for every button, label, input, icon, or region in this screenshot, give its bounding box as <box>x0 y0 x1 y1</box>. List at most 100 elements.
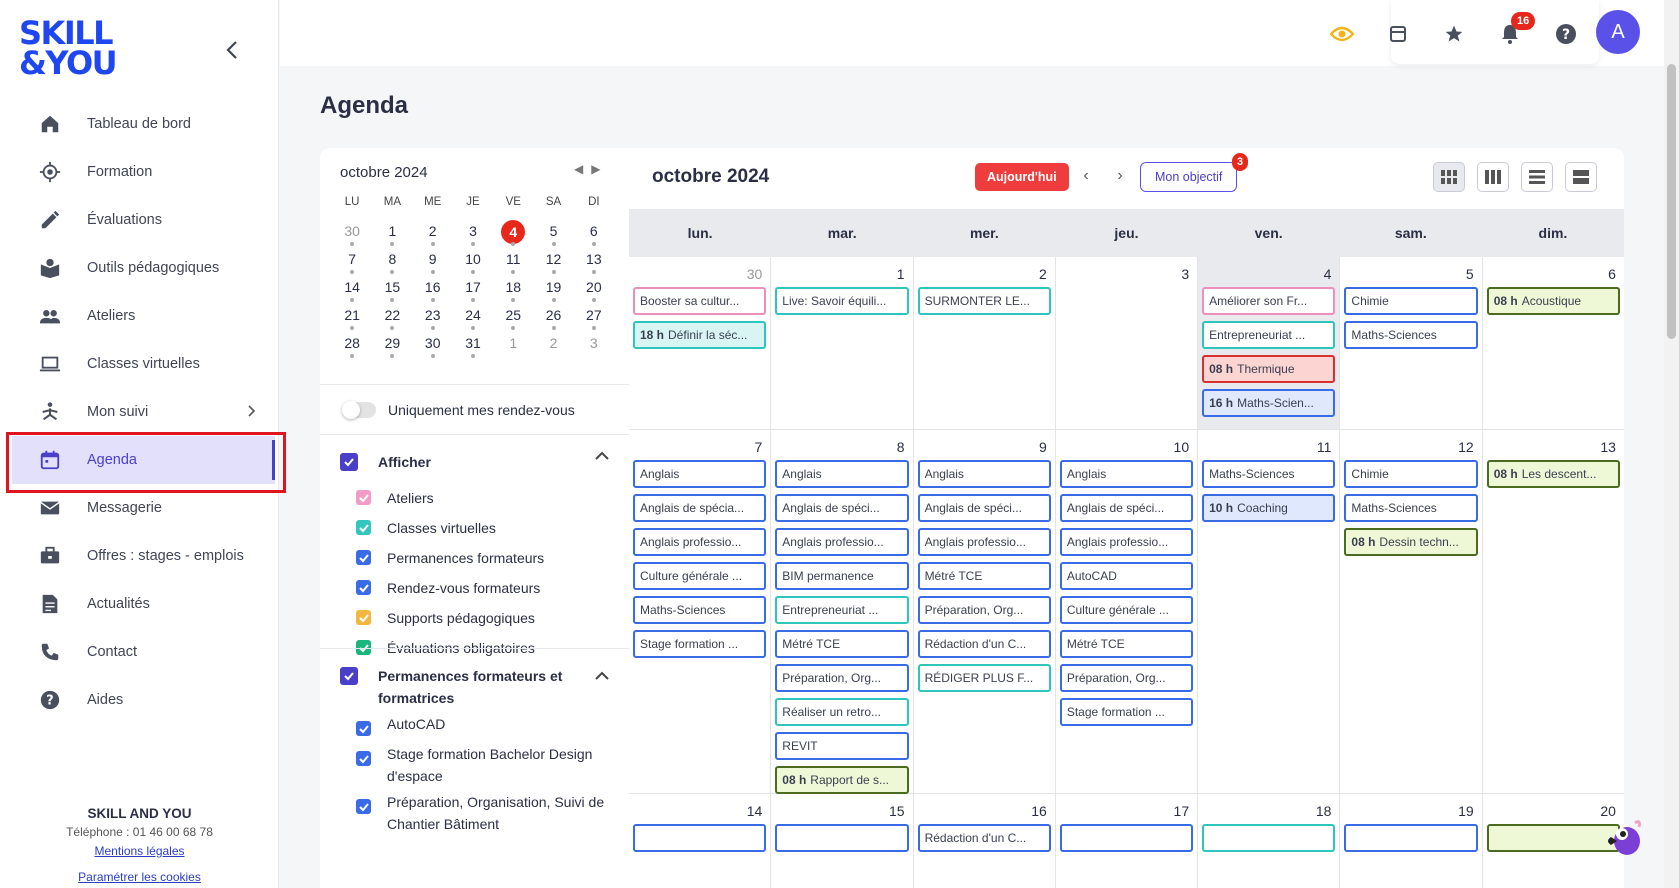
sidebar-item-book[interactable]: Outils pédagogiques <box>0 244 279 292</box>
calendar-event[interactable]: Métré TCE <box>775 630 909 658</box>
mini-day[interactable]: 2 <box>413 220 453 248</box>
calendar-event[interactable]: Métré TCE <box>917 562 1051 590</box>
permanences-checkbox[interactable] <box>340 667 358 685</box>
mini-day[interactable]: 16 <box>413 276 453 304</box>
calendar-event[interactable]: REVIT <box>775 732 909 760</box>
parrot-mascot-icon[interactable] <box>1605 817 1645 857</box>
next-month-icon[interactable]: › <box>1110 165 1130 187</box>
calendar-day-cell[interactable]: 17 <box>1056 794 1199 888</box>
mini-day[interactable]: 9 <box>413 248 453 276</box>
calendar-event[interactable] <box>1059 824 1194 852</box>
mini-day[interactable]: 13 <box>574 248 614 276</box>
calendar-event[interactable]: 08 h Rapport de s... <box>775 766 909 794</box>
calendar-event[interactable]: Maths-Sciences <box>1344 321 1478 349</box>
calendar-day-cell[interactable]: 14 <box>629 794 772 888</box>
calendar-event[interactable]: Stage formation ... <box>633 630 767 658</box>
calendar-event[interactable]: Culture générale ... <box>633 562 767 590</box>
calendar-event[interactable] <box>633 824 767 852</box>
calendar-day-cell[interactable]: 16 Rédaction d'un C... <box>914 794 1056 888</box>
month-view-icon[interactable] <box>1433 162 1465 192</box>
calendar-event[interactable]: Anglais professio... <box>917 528 1051 556</box>
mini-day[interactable]: 10 <box>453 248 493 276</box>
filter-checkbox[interactable] <box>356 751 371 766</box>
sidebar-item-mail[interactable]: Messagerie <box>0 484 279 532</box>
calendar-event[interactable] <box>1486 824 1620 852</box>
mini-day[interactable]: 15 <box>372 276 412 304</box>
calendar-event[interactable]: Anglais <box>917 460 1051 488</box>
filter-item[interactable]: Rendez-vous formateurs <box>320 577 629 607</box>
calendar-day-cell[interactable]: 13 08 h Les descent... <box>1483 430 1624 793</box>
mini-day[interactable]: 14 <box>332 276 372 304</box>
mini-day[interactable]: 21 <box>332 304 372 332</box>
collapse-sidebar-button[interactable] <box>220 36 244 64</box>
calendar-event[interactable]: Anglais <box>633 460 767 488</box>
filter-checkbox[interactable] <box>356 550 371 565</box>
sidebar-item-group[interactable]: Ateliers <box>0 292 279 340</box>
calendar-event[interactable]: Anglais professio... <box>1059 528 1194 556</box>
eye-icon[interactable] <box>1328 20 1356 48</box>
calendar-day-cell[interactable]: 4 Améliorer son Fr... Entrepreneuriat ... 0… <box>1198 257 1341 429</box>
filter-item[interactable]: Classes virtuelles <box>320 517 629 547</box>
calendar-day-cell[interactable]: 6 08 h Acoustique <box>1483 257 1624 429</box>
mini-day[interactable]: 11 <box>493 248 533 276</box>
mini-today[interactable]: 4 <box>501 220 526 244</box>
sidebar-item-help[interactable]: ? Aides <box>0 676 279 724</box>
avatar[interactable]: A <box>1596 10 1640 54</box>
calendar-event[interactable] <box>1344 824 1478 852</box>
cookies-link[interactable]: Paramétrer les cookies <box>0 870 279 884</box>
calendar-event[interactable]: Live: Savoir équili... <box>775 287 909 315</box>
mini-day[interactable]: 17 <box>453 276 493 304</box>
mini-day[interactable]: 3 <box>574 332 614 360</box>
objective-button[interactable]: Mon objectif <box>1140 162 1238 192</box>
filter-item[interactable]: Ateliers <box>320 487 629 517</box>
calendar-day-cell[interactable]: 8 Anglais Anglais de spéci... Anglais profe… <box>771 430 914 794</box>
sidebar-item-phone[interactable]: Contact <box>0 628 279 676</box>
calendar-event[interactable]: Anglais de spéci... <box>1059 494 1194 522</box>
permanence-filter-item[interactable]: Stage formation Bachelor Design d'espace <box>320 743 629 791</box>
mini-day[interactable]: 1 <box>493 332 533 360</box>
day-view-icon[interactable] <box>1565 162 1597 192</box>
sidebar-item-target[interactable]: Formation <box>0 148 279 196</box>
mini-day[interactable]: 30 <box>413 332 453 360</box>
filter-checkbox[interactable] <box>356 490 371 505</box>
brand-logo[interactable]: SKILL &YOU <box>19 17 118 79</box>
calendar-event[interactable]: Anglais de spécia... <box>633 494 767 522</box>
afficher-checkbox[interactable] <box>340 453 358 471</box>
permanence-filter-item[interactable]: AutoCAD <box>320 713 629 743</box>
calendar-event[interactable]: Maths-Sciences <box>633 596 767 624</box>
calendar-event[interactable]: Préparation, Org... <box>917 596 1051 624</box>
calendar-day-cell[interactable]: 19 <box>1340 794 1483 888</box>
calendar-event[interactable]: Anglais professio... <box>775 528 909 556</box>
calendar-event[interactable]: BIM permanence <box>775 562 909 590</box>
sidebar-item-laptop[interactable]: Classes virtuelles <box>0 340 279 388</box>
calendar-event[interactable]: 16 h Maths-Scien... <box>1202 389 1336 417</box>
filter-checkbox[interactable] <box>356 520 371 535</box>
mini-day[interactable]: 27 <box>574 304 614 332</box>
calendar-event[interactable]: Préparation, Org... <box>1059 664 1194 692</box>
mini-day[interactable]: 2 <box>533 332 573 360</box>
filter-checkbox[interactable] <box>356 721 371 736</box>
calendar-day-cell[interactable]: 20 <box>1483 794 1624 888</box>
calendar-event[interactable]: AutoCAD <box>1059 562 1194 590</box>
calendar-event[interactable]: Entrepreneuriat ... <box>775 596 909 624</box>
calendar-day-cell[interactable]: 10 Anglais Anglais de spéci... Anglais prof… <box>1056 430 1199 793</box>
calendar-event[interactable]: Chimie <box>1344 287 1478 315</box>
calendar-event[interactable]: 08 h Les descent... <box>1486 460 1620 488</box>
calendar-event[interactable]: Culture générale ... <box>1059 596 1194 624</box>
calendar-event[interactable]: Stage formation ... <box>1059 698 1194 726</box>
calendar-event[interactable] <box>775 824 909 852</box>
page-scrollbar[interactable] <box>1664 0 1679 888</box>
calendar-event[interactable]: Anglais <box>1059 460 1194 488</box>
calendar-event[interactable]: 08 h Dessin techn... <box>1344 528 1478 556</box>
filter-checkbox[interactable] <box>356 610 371 625</box>
mini-day[interactable]: 30 <box>332 220 372 248</box>
mini-day[interactable]: 28 <box>332 332 372 360</box>
mini-day[interactable]: 25 <box>493 304 533 332</box>
only-mine-toggle[interactable] <box>342 400 376 419</box>
window-icon[interactable] <box>1384 20 1412 48</box>
mini-day[interactable]: 5 <box>533 220 573 248</box>
mini-day[interactable]: 12 <box>533 248 573 276</box>
mini-day[interactable]: 7 <box>332 248 372 276</box>
mini-day[interactable]: 24 <box>453 304 493 332</box>
sidebar-item-briefcase[interactable]: Offres : stages - emplois <box>0 532 279 580</box>
